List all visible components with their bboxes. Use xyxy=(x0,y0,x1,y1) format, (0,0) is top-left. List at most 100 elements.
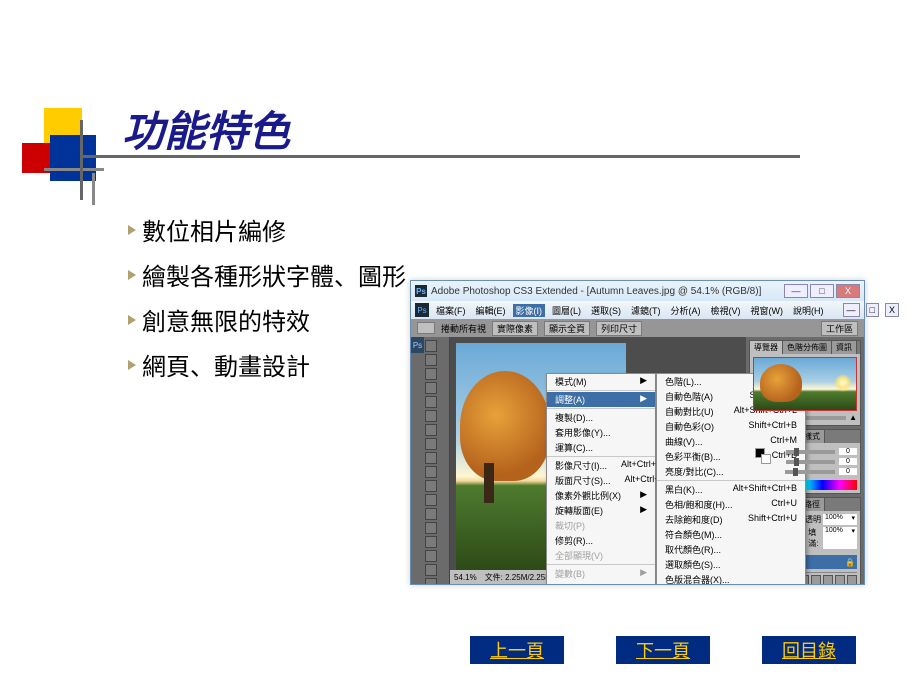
menu-edit[interactable]: 編輯(E) xyxy=(473,304,509,317)
r-slider[interactable] xyxy=(786,450,835,454)
bullet-item: 繪製各種形狀字體、圖形 xyxy=(128,257,406,292)
menu-item[interactable]: 複製(D)... xyxy=(547,410,655,425)
g-value[interactable]: 0 xyxy=(839,458,857,465)
marquee-tool[interactable] xyxy=(425,354,437,366)
path-tool[interactable] xyxy=(425,564,437,576)
fit-screen-button[interactable]: 顯示全頁 xyxy=(544,321,590,336)
bullet-arrow-icon xyxy=(128,270,136,280)
decor-line xyxy=(92,173,95,205)
g-slider[interactable] xyxy=(786,460,835,464)
menu-item[interactable]: 色彩平衡(B)...Ctrl+B xyxy=(657,449,805,464)
r-value[interactable]: 0 xyxy=(839,448,857,455)
menu-filter[interactable]: 濾鏡(T) xyxy=(628,304,664,317)
doc-minimize-button[interactable]: — xyxy=(843,303,860,317)
scroll-all-label: 捲動所有視 xyxy=(441,322,486,335)
tab-info[interactable]: 資訊 xyxy=(832,341,857,354)
image-menu: 模式(M)▶ 調整(A)▶ 複製(D)...套用影像(Y)...運算(C)... 影像… xyxy=(546,373,656,584)
menu-view[interactable]: 檢視(V) xyxy=(708,304,744,317)
crop-tool[interactable] xyxy=(425,396,437,408)
menu-item[interactable]: 自動色彩(O)Shift+Ctrl+B xyxy=(657,419,805,434)
tab-navigator[interactable]: 導覽器 xyxy=(750,341,783,354)
menu-item[interactable]: 去除飽和度(D)Shift+Ctrl+U xyxy=(657,512,805,527)
print-size-button[interactable]: 列印尺寸 xyxy=(596,321,642,336)
doc-size: 文件: 2.25M/2.25M xyxy=(485,572,552,583)
stamp-tool[interactable] xyxy=(425,452,437,464)
tool-preset-icon[interactable] xyxy=(417,322,435,334)
menu-item[interactable]: 模式(M)▶ xyxy=(547,374,655,389)
menu-select[interactable]: 選取(S) xyxy=(588,304,624,317)
titlebar: Ps Adobe Photoshop CS3 Extended - [Autum… xyxy=(411,281,864,301)
eraser-tool[interactable] xyxy=(425,480,437,492)
group-icon[interactable] xyxy=(823,575,833,584)
menu-item: 變數(B)▶ xyxy=(547,566,655,581)
menu-item[interactable]: 黑白(K)...Alt+Shift+Ctrl+B xyxy=(657,482,805,497)
menu-item[interactable]: 色版混合器(X)... xyxy=(657,572,805,584)
menu-item[interactable]: 套用影像(Y)... xyxy=(547,425,655,440)
menu-item[interactable]: 影像尺寸(I)...Alt+Ctrl+I xyxy=(547,458,655,473)
next-button[interactable]: 下一頁 xyxy=(616,636,710,664)
menu-item[interactable]: 修剪(R)... xyxy=(547,533,655,548)
navigator-thumbnail[interactable] xyxy=(753,357,857,411)
dodge-tool[interactable] xyxy=(425,522,437,534)
menu-item[interactable]: 旋轉版面(E)▶ xyxy=(547,503,655,518)
app-icon: Ps xyxy=(415,285,427,297)
app-icon: Ps xyxy=(415,303,429,317)
menu-item[interactable]: 曲線(V)...Ctrl+M xyxy=(657,434,805,449)
new-layer-icon[interactable] xyxy=(835,575,845,584)
menu-image[interactable]: 影像(I) xyxy=(513,304,546,317)
adjustment-layer-icon[interactable] xyxy=(811,575,821,584)
shape-tool[interactable] xyxy=(425,578,437,584)
lasso-tool[interactable] xyxy=(425,368,437,380)
blur-tool[interactable] xyxy=(425,508,437,520)
move-tool[interactable] xyxy=(425,340,437,352)
menu-item[interactable]: 調整(A)▶ xyxy=(547,392,655,407)
decor-blue xyxy=(50,135,96,181)
menu-item[interactable]: 運算(C)... xyxy=(547,440,655,455)
bullet-text: 繪製各種形狀字體、圖形 xyxy=(142,257,406,292)
gradient-tool[interactable] xyxy=(425,494,437,506)
doc-maximize-button[interactable]: □ xyxy=(866,303,879,317)
menu-item[interactable]: 版面尺寸(S)...Alt+Ctrl+C xyxy=(547,473,655,488)
menu-help[interactable]: 說明(H) xyxy=(790,304,827,317)
workspace-button[interactable]: 工作區 xyxy=(821,321,858,336)
opacity-select[interactable]: 100%▾ xyxy=(823,514,857,525)
menu-item[interactable]: 色相/飽和度(H)...Ctrl+U xyxy=(657,497,805,512)
b-slider[interactable] xyxy=(785,470,835,474)
history-brush-tool[interactable] xyxy=(425,466,437,478)
bullet-arrow-icon xyxy=(128,315,136,325)
window-title: Adobe Photoshop CS3 Extended - [Autumn L… xyxy=(431,286,782,297)
menu-item[interactable]: 像素外觀比例(X)▶ xyxy=(547,488,655,503)
menu-item[interactable]: 亮度/對比(C)... xyxy=(657,464,805,479)
type-tool[interactable] xyxy=(425,550,437,562)
delete-layer-icon[interactable] xyxy=(847,575,857,584)
minimize-button[interactable]: — xyxy=(784,284,808,298)
menu-file[interactable]: 檔案(F) xyxy=(433,304,469,317)
pen-tool[interactable] xyxy=(425,536,437,548)
wand-tool[interactable] xyxy=(425,382,437,394)
app-tab[interactable]: Ps xyxy=(411,337,424,353)
index-button[interactable]: 回目錄 xyxy=(762,636,856,664)
prev-button[interactable]: 上一頁 xyxy=(470,636,564,664)
tab-histogram[interactable]: 色階分佈圖 xyxy=(783,341,832,354)
menu-item[interactable]: 取代顏色(R)... xyxy=(657,542,805,557)
doc-close-button[interactable]: X xyxy=(885,303,899,317)
slide-title: 功能特色 xyxy=(122,98,290,159)
heal-tool[interactable] xyxy=(425,424,437,436)
fill-select[interactable]: 100%▾ xyxy=(823,527,857,549)
close-button[interactable]: X xyxy=(836,284,860,298)
slice-tool[interactable] xyxy=(425,410,437,422)
menu-item[interactable]: 符合顏色(M)... xyxy=(657,527,805,542)
menu-window[interactable]: 視窗(W) xyxy=(748,304,787,317)
menu-item[interactable]: 選取顏色(S)... xyxy=(657,557,805,572)
menu-analysis[interactable]: 分析(A) xyxy=(668,304,704,317)
zoom-in-icon[interactable]: ▲ xyxy=(849,413,857,422)
menu-layer[interactable]: 圖層(L) xyxy=(549,304,584,317)
maximize-button[interactable]: □ xyxy=(810,284,834,298)
brush-tool[interactable] xyxy=(425,438,437,450)
actual-pixels-button[interactable]: 實際像素 xyxy=(492,321,538,336)
color-swatch-panel[interactable] xyxy=(755,448,771,464)
zoom-level[interactable]: 54.1% xyxy=(454,573,477,582)
bullet-arrow-icon xyxy=(128,360,136,370)
menu-item: 套用資料集(L)... xyxy=(547,581,655,584)
b-value[interactable]: 0 xyxy=(839,468,857,475)
